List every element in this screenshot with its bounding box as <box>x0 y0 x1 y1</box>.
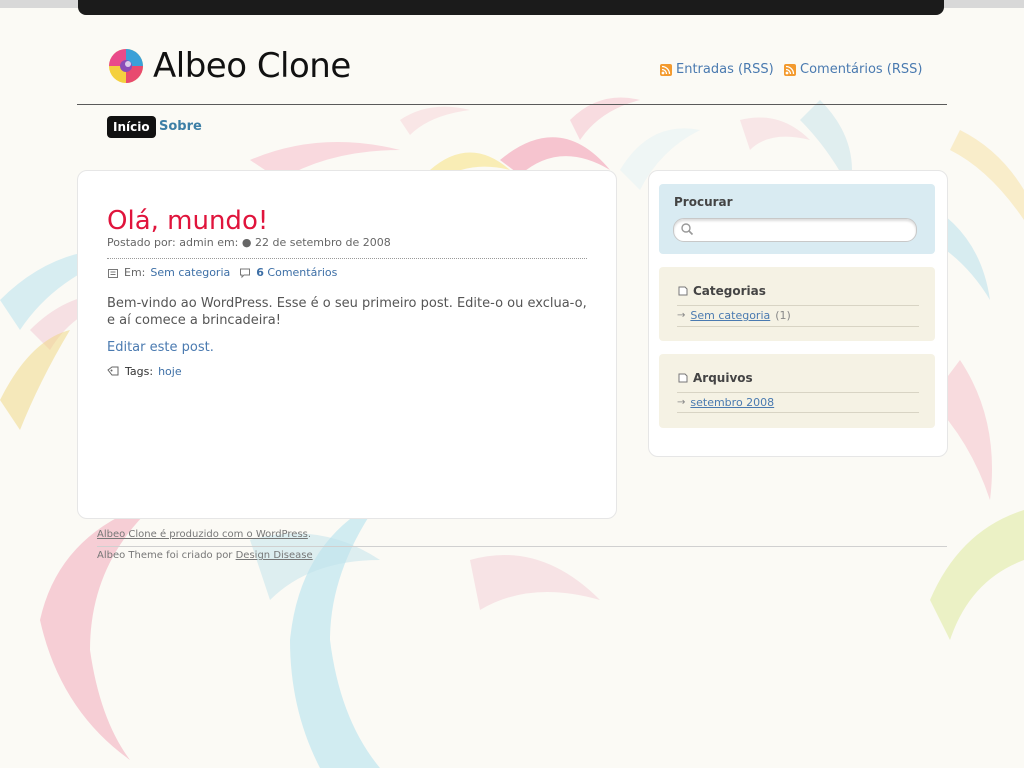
comments-count[interactable]: 6 <box>256 266 264 279</box>
post-tags-line: Tags: hoje <box>107 365 182 378</box>
rss-icon <box>784 63 796 76</box>
nav-item-sobre[interactable]: Sobre <box>159 119 202 134</box>
rss-comments-link[interactable]: Comentários (RSS) <box>784 62 923 77</box>
archive-link[interactable]: setembro 2008 <box>690 396 774 409</box>
site-logo-icon[interactable] <box>106 46 146 86</box>
footer-line-1-end: . <box>307 529 312 540</box>
post-meta-prefix: Postado por: <box>107 236 176 249</box>
archives-title: Arquivos <box>677 371 753 385</box>
tag-link[interactable]: hoje <box>158 365 182 378</box>
rss-entries-label[interactable]: Entradas (RSS) <box>676 62 774 77</box>
archive-item: → setembro 2008 <box>677 396 774 409</box>
categories-title: Categorias <box>677 284 766 298</box>
header-divider <box>77 104 947 105</box>
category-count: (1) <box>775 309 791 322</box>
post-category-line: Em: Sem categoria 6 Comentários <box>107 266 337 279</box>
nav-item-inicio[interactable]: Início <box>107 116 156 138</box>
search-title: Procurar <box>674 195 733 209</box>
post-category-link[interactable]: Sem categoria <box>150 266 230 279</box>
post-meta-divider <box>107 258 587 259</box>
comments-link[interactable]: 6 Comentários <box>256 266 337 279</box>
category-link[interactable]: Sem categoria <box>690 309 770 322</box>
footer-line-1: Albeo Clone é produzido com o WordPress. <box>97 529 311 540</box>
tags-label: Tags: <box>125 365 154 378</box>
footer-line-2: Albeo Theme foi criado por Design Diseas… <box>97 550 313 561</box>
footer-design-disease-link[interactable]: Design Disease <box>236 550 313 561</box>
archives-title-label: Arquivos <box>693 371 753 385</box>
arrow-right-icon: → <box>677 310 686 321</box>
post-title[interactable]: Olá, mundo! <box>107 206 268 236</box>
edit-post-link[interactable]: Editar este post. <box>107 340 214 355</box>
category-prefix: Em: <box>124 266 146 279</box>
post-date: 22 de setembro de 2008 <box>254 236 391 249</box>
search-input[interactable] <box>673 218 917 242</box>
archives-widget <box>659 354 935 428</box>
categories-bottom-divider <box>677 326 919 327</box>
archives-bottom-divider <box>677 412 919 413</box>
post-body: Bem-vindo ao WordPress. Esse é o seu pri… <box>107 296 587 328</box>
categories-widget <box>659 267 935 341</box>
widget-bullet-icon <box>678 373 688 383</box>
rss-entries-link[interactable]: Entradas (RSS) <box>660 62 774 77</box>
arrow-right-icon: → <box>677 397 686 408</box>
folder-icon <box>108 268 118 278</box>
footer-credit-prefix: Albeo Theme foi criado por <box>97 550 233 561</box>
footer-wordpress-link[interactable]: Albeo Clone é produzido com o WordPress <box>97 529 308 540</box>
comment-icon <box>240 268 251 278</box>
post-date-prefix: em: ● <box>217 236 252 249</box>
search-icon <box>681 223 694 236</box>
rss-comments-label[interactable]: Comentários (RSS) <box>800 62 923 77</box>
footer-divider <box>97 546 947 547</box>
post-author: admin <box>179 236 214 249</box>
comments-label[interactable]: Comentários <box>267 266 337 279</box>
archives-divider <box>677 392 919 393</box>
site-title[interactable]: Albeo Clone <box>153 46 351 86</box>
post-meta: Postado por: admin em: ● 22 de setembro … <box>107 236 391 249</box>
widget-bullet-icon <box>678 286 688 296</box>
categories-title-label: Categorias <box>693 284 766 298</box>
tag-icon <box>107 366 119 375</box>
categories-divider <box>677 305 919 306</box>
category-item: → Sem categoria (1) <box>677 309 791 322</box>
rss-icon <box>660 63 672 76</box>
